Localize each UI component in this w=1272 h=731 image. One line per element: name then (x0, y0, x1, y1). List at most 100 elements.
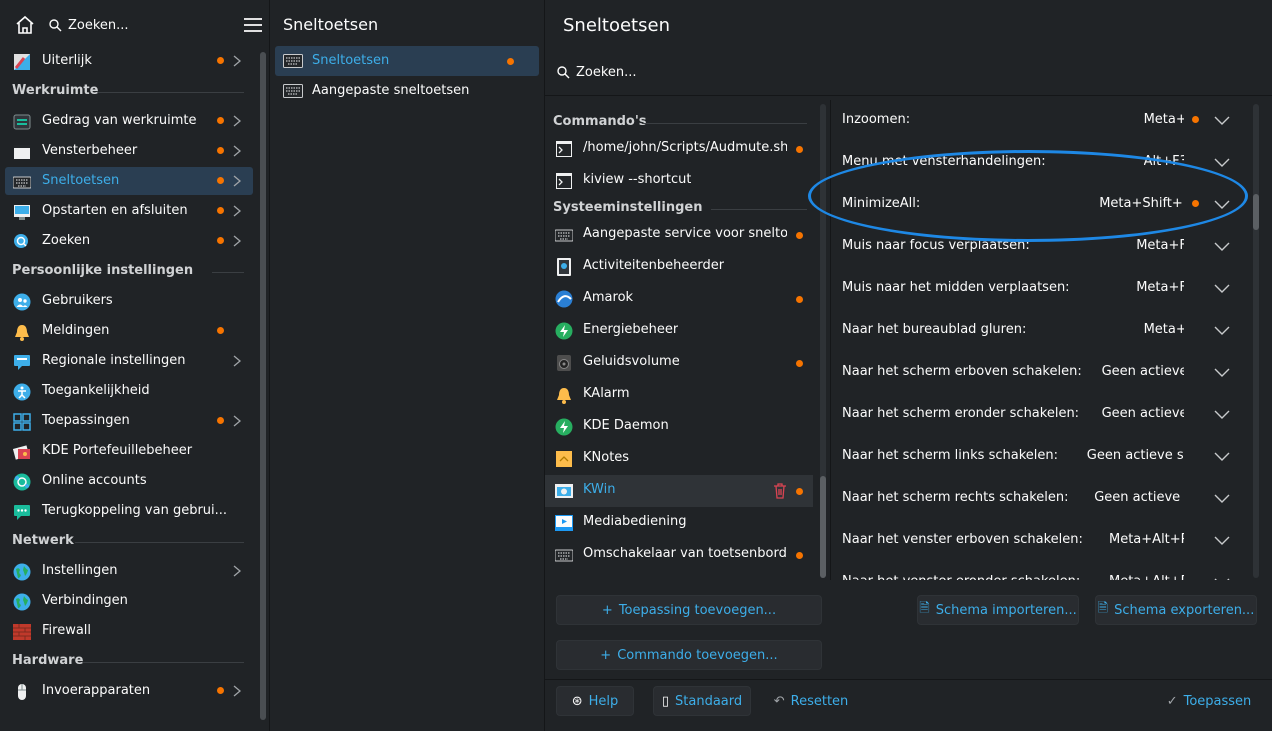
sidebar-item-sneltoetsen[interactable]: Sneltoetsen (5, 167, 253, 195)
sidebar-search-placeholder: Zoeken... (68, 17, 129, 33)
amarok-icon (555, 290, 573, 308)
sidebar-item-uiterlijk[interactable]: Uiterlijk (5, 47, 253, 75)
shortcut-row[interactable]: Naar het scherm rechts schakelen: Geen ac… (832, 478, 1252, 520)
shortcut-row[interactable]: Naar het venster eronder schakelen: Meta+… (832, 562, 1252, 580)
shortcut-row[interactable]: Naar het bureaublad gluren: Meta+D (832, 310, 1252, 352)
sidebar-item-vensterbeheer[interactable]: Vensterbeheer (5, 137, 253, 165)
apply-label: Toepassen (1183, 693, 1252, 709)
chevron-down-icon[interactable] (1214, 366, 1230, 378)
workspace-behavior-icon (13, 113, 31, 131)
sidebar-item-firewall[interactable]: Firewall (5, 617, 253, 645)
sidebar-item-label: Terugkoppeling van gebrui... (42, 503, 228, 518)
shortcut-row[interactable]: MinimizeAll: Meta+Shift+D (832, 184, 1252, 226)
chevron-down-icon[interactable] (1214, 576, 1230, 580)
chevron-down-icon[interactable] (1214, 156, 1230, 168)
component-item[interactable]: KNotes (545, 443, 813, 475)
component-list-scrollbar[interactable] (820, 104, 826, 578)
chevron-down-icon[interactable] (1214, 534, 1230, 546)
sidebar-item-instellingen[interactable]: Instellingen (5, 557, 253, 585)
chevron-right-icon (232, 115, 242, 127)
sidebar-item-zoeken[interactable]: Zoeken (5, 227, 253, 255)
power-icon (555, 322, 573, 340)
chevron-down-icon[interactable] (1214, 450, 1230, 462)
chevron-down-icon[interactable] (1214, 198, 1230, 210)
component-item[interactable]: KDE Daemon (545, 411, 813, 443)
component-item[interactable]: Amarok (545, 283, 813, 315)
chevron-down-icon[interactable] (1214, 492, 1230, 504)
sidebar-item-opstarten-en-afsluiten[interactable]: Opstarten en afsluiten (5, 197, 253, 225)
sidebar-item-verbindingen[interactable]: Verbindingen (5, 587, 253, 615)
import-scheme-button[interactable]: 🗎 Schema importeren... (917, 595, 1079, 625)
shortcut-row[interactable]: Naar het scherm links schakelen: Geen act… (832, 436, 1252, 478)
chevron-down-icon[interactable] (1214, 240, 1230, 252)
home-button[interactable] (11, 12, 39, 38)
hamburger-menu-button[interactable] (241, 14, 265, 36)
shortcut-action-name: Naar het venster erboven schakelen: (842, 532, 1083, 547)
scrollbar-thumb[interactable] (820, 476, 826, 578)
sidebar-item-toegankelijkheid[interactable]: Toegankelijkheid (5, 377, 253, 405)
modified-indicator-dot (217, 57, 224, 64)
section-heading: Persoonlijke instellingen (12, 263, 194, 278)
shortcut-list: Inzoomen: Meta+= Menu met vensterhandeling… (832, 100, 1252, 580)
shortcut-row[interactable]: Muis naar focus verplaatsen: Meta+F5 (832, 226, 1252, 268)
shortcut-row[interactable]: Naar het venster erboven schakelen: Meta+… (832, 520, 1252, 562)
reset-button[interactable]: ↶ Resetten (766, 686, 856, 716)
sidebar-item-meldingen[interactable]: Meldingen (5, 317, 253, 345)
add-command-button[interactable]: + Commando toevoegen... (556, 640, 822, 670)
shortcut-key-value: Meta+F5 (1136, 238, 1184, 253)
shortcut-list-scrollbar[interactable] (1253, 104, 1259, 578)
chevron-down-icon[interactable] (1214, 324, 1230, 336)
sidebar-item-label: Sneltoetsen (42, 173, 120, 188)
subcategory-title: Sneltoetsen (283, 15, 379, 34)
sidebar-item-gebruikers[interactable]: Gebruikers (5, 287, 253, 315)
shortcut-row[interactable]: Inzoomen: Meta+= (832, 100, 1252, 142)
modified-indicator-dot (217, 417, 224, 424)
section-heading: Netwerk (12, 533, 74, 548)
component-item[interactable]: Geluidsvolume (545, 347, 813, 379)
shortcut-row[interactable]: Menu met vensterhandelingen: Alt+F3 (832, 142, 1252, 184)
chevron-right-icon (232, 205, 242, 217)
component-item[interactable]: kiview --shortcut (545, 165, 813, 197)
component-item[interactable]: Omschakelaar van toetsenbordi... (545, 539, 813, 571)
sidebar-item-online-accounts[interactable]: Online accounts (5, 467, 253, 495)
chevron-down-icon[interactable] (1214, 114, 1230, 126)
shortcut-row[interactable]: Naar het scherm erboven schakelen: Geen a… (832, 352, 1252, 394)
feedback-icon (13, 503, 31, 521)
apply-button[interactable]: ✓ Toepassen (1160, 686, 1258, 716)
component-label: /home/john/Scripts/Audmute.sh (583, 140, 787, 155)
sidebar-scrollbar[interactable] (260, 52, 266, 720)
trash-icon[interactable] (773, 483, 787, 499)
component-item[interactable]: KWin (545, 475, 813, 507)
sidebar-item-regionale-instellingen[interactable]: Regionale instellingen (5, 347, 253, 375)
sidebar-search-input[interactable]: Zoeken... (48, 12, 228, 38)
component-item[interactable]: Activiteitenbeheerder (545, 251, 813, 283)
component-item[interactable]: /home/john/Scripts/Audmute.sh (545, 133, 813, 165)
subcategory-item[interactable]: Aangepaste sneltoetsen (275, 76, 539, 106)
sidebar-item-toepassingen[interactable]: Toepassingen (5, 407, 253, 435)
sidebar-item-gedrag-van-werkruimte[interactable]: Gedrag van werkruimte (5, 107, 253, 135)
add-application-button[interactable]: + Toepassing toevoegen... (556, 595, 822, 625)
component-item[interactable]: Aangepaste service voor snelto... (545, 219, 813, 251)
shortcut-key-value: Meta+Alt+Pijl om... (1109, 532, 1184, 547)
scrollbar-thumb[interactable] (1253, 194, 1259, 230)
export-scheme-button[interactable]: 🗎 Schema exporteren... (1095, 595, 1257, 625)
sidebar-item-label: KDE Portefeuillebeheer (42, 443, 193, 458)
sidebar-item-invoerapparaten[interactable]: Invoerapparaten (5, 677, 253, 705)
keyboard-icon (283, 84, 303, 98)
component-item[interactable]: Energiebeheer (545, 315, 813, 347)
shortcuts-search-input[interactable]: Zoeken... (556, 58, 1266, 86)
document-export-icon: 🗎 (1097, 601, 1109, 616)
defaults-button[interactable]: ▯ Standaard (653, 686, 751, 716)
subcategory-item[interactable]: Sneltoetsen (275, 46, 539, 76)
shortcut-row[interactable]: Naar het scherm eronder schakelen: Geen a… (832, 394, 1252, 436)
component-item[interactable]: KAlarm (545, 379, 813, 411)
chevron-down-icon[interactable] (1214, 408, 1230, 420)
terminal-icon (555, 172, 573, 190)
regional-icon (13, 353, 31, 371)
shortcut-row[interactable]: Muis naar het midden verplaatsen: Meta+F6 (832, 268, 1252, 310)
component-item[interactable]: Mediabediening (545, 507, 813, 539)
chevron-down-icon[interactable] (1214, 282, 1230, 294)
sidebar-item-kde-portefeuillebeheer[interactable]: KDE Portefeuillebeheer (5, 437, 253, 465)
help-button[interactable]: ⊛ Help (556, 686, 634, 716)
sidebar-item-terugkoppeling-van-gebrui[interactable]: Terugkoppeling van gebrui... (5, 497, 253, 525)
